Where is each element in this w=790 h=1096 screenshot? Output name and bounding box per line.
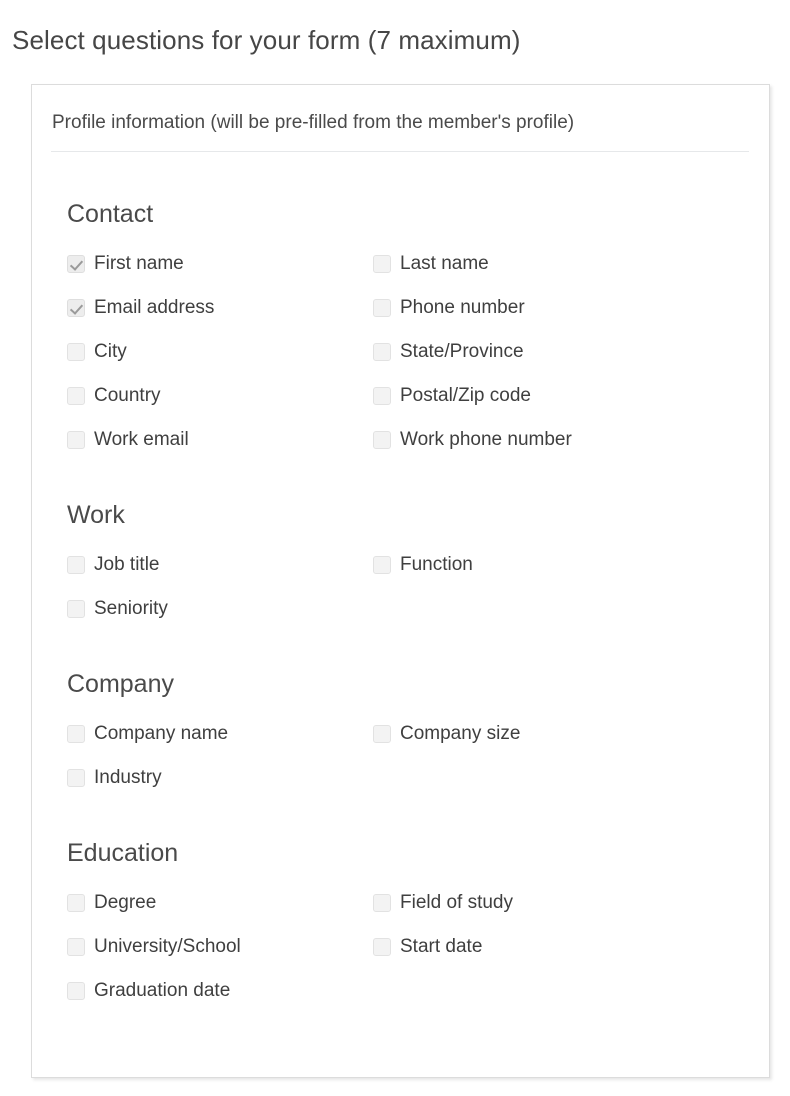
options-grid-education: Degree Field of study University/School Sta… (67, 890, 769, 1022)
option-label: Degree (94, 892, 156, 914)
section-spacer (67, 471, 769, 500)
option-row: Degree Field of study (67, 890, 769, 934)
card-header: Profile information (will be pre-filled … (32, 85, 769, 135)
option-country[interactable]: Country (67, 383, 373, 409)
checkbox-unchecked-icon[interactable] (67, 938, 85, 956)
profile-information-card: Profile information (will be pre-filled … (31, 84, 770, 1078)
options-grid-work: Job title Function Seniority (67, 552, 769, 640)
option-last-name[interactable]: Last name (373, 251, 693, 277)
option-work-email[interactable]: Work email (67, 427, 373, 453)
option-state-province[interactable]: State/Province (373, 339, 693, 365)
section-title-contact: Contact (67, 199, 769, 229)
option-label: Work phone number (400, 429, 572, 451)
checkbox-unchecked-icon[interactable] (373, 343, 391, 361)
option-job-title[interactable]: Job title (67, 552, 373, 578)
option-label: Start date (400, 936, 482, 958)
option-label: Phone number (400, 297, 525, 319)
checkbox-unchecked-icon[interactable] (67, 769, 85, 787)
checkbox-unchecked-icon[interactable] (67, 725, 85, 743)
option-row: Email address Phone number (67, 295, 769, 339)
option-phone-number[interactable]: Phone number (373, 295, 693, 321)
checkbox-unchecked-icon[interactable] (373, 387, 391, 405)
checkbox-unchecked-icon[interactable] (67, 982, 85, 1000)
checkbox-unchecked-icon[interactable] (373, 725, 391, 743)
card-header-label: Profile information (will be pre-filled … (52, 111, 769, 135)
section-spacer (67, 640, 769, 669)
option-work-phone-number[interactable]: Work phone number (373, 427, 693, 453)
option-row: Company name Company size (67, 721, 769, 765)
question-selector-page: Select questions for your form (7 maximu… (0, 0, 790, 1096)
option-label: Postal/Zip code (400, 385, 531, 407)
option-label: State/Province (400, 341, 524, 363)
option-industry[interactable]: Industry (67, 765, 373, 791)
option-label: University/School (94, 936, 241, 958)
option-seniority[interactable]: Seniority (67, 596, 373, 622)
option-row: Industry (67, 765, 769, 809)
option-company-size[interactable]: Company size (373, 721, 693, 747)
section-contact: Contact First name Last name Email address P… (67, 199, 769, 471)
option-label: City (94, 341, 127, 363)
option-first-name[interactable]: First name (67, 251, 373, 277)
option-label: Company name (94, 723, 228, 745)
section-spacer (67, 152, 769, 199)
section-work: Work Job title Function Seniority (67, 500, 769, 640)
option-row: University/School Start date (67, 934, 769, 978)
checkbox-unchecked-icon[interactable] (373, 255, 391, 273)
option-field-of-study[interactable]: Field of study (373, 890, 693, 916)
option-label: Last name (400, 253, 489, 275)
option-label: Graduation date (94, 980, 230, 1002)
option-start-date[interactable]: Start date (373, 934, 693, 960)
checkbox-unchecked-icon[interactable] (373, 938, 391, 956)
option-company-name[interactable]: Company name (67, 721, 373, 747)
option-row: Country Postal/Zip code (67, 383, 769, 427)
option-row: Job title Function (67, 552, 769, 596)
section-title-work: Work (67, 500, 769, 530)
option-label: Industry (94, 767, 162, 789)
option-row: Seniority (67, 596, 769, 640)
checkbox-unchecked-icon[interactable] (67, 431, 85, 449)
section-education: Education Degree Field of study University/… (67, 838, 769, 1022)
checkbox-checked-icon[interactable] (67, 299, 85, 317)
option-label: First name (94, 253, 184, 275)
options-grid-company: Company name Company size Industry (67, 721, 769, 809)
section-company: Company Company name Company size Industry (67, 669, 769, 809)
checkbox-unchecked-icon[interactable] (67, 600, 85, 618)
option-label: Company size (400, 723, 520, 745)
checkbox-unchecked-icon[interactable] (67, 894, 85, 912)
checkbox-unchecked-icon[interactable] (373, 894, 391, 912)
option-row: City State/Province (67, 339, 769, 383)
option-label: Work email (94, 429, 189, 451)
option-row: Work email Work phone number (67, 427, 769, 471)
checkbox-checked-icon[interactable] (67, 255, 85, 273)
option-row: First name Last name (67, 251, 769, 295)
option-label: Field of study (400, 892, 513, 914)
section-spacer (67, 809, 769, 838)
option-city[interactable]: City (67, 339, 373, 365)
page-title: Select questions for your form (7 maximu… (12, 23, 520, 57)
option-label: Job title (94, 554, 159, 576)
card-body: Contact First name Last name Email address P… (32, 152, 769, 1022)
section-title-education: Education (67, 838, 769, 868)
checkbox-unchecked-icon[interactable] (67, 556, 85, 574)
checkbox-unchecked-icon[interactable] (373, 431, 391, 449)
option-university-school[interactable]: University/School (67, 934, 373, 960)
option-label: Country (94, 385, 161, 407)
option-graduation-date[interactable]: Graduation date (67, 978, 373, 1004)
option-degree[interactable]: Degree (67, 890, 373, 916)
option-label: Email address (94, 297, 214, 319)
option-postal-zip-code[interactable]: Postal/Zip code (373, 383, 693, 409)
checkbox-unchecked-icon[interactable] (373, 299, 391, 317)
option-function[interactable]: Function (373, 552, 693, 578)
option-label: Function (400, 554, 473, 576)
option-row: Graduation date (67, 978, 769, 1022)
checkbox-unchecked-icon[interactable] (373, 556, 391, 574)
checkbox-unchecked-icon[interactable] (67, 387, 85, 405)
option-label: Seniority (94, 598, 168, 620)
options-grid-contact: First name Last name Email address Phone nu… (67, 251, 769, 471)
section-title-company: Company (67, 669, 769, 699)
option-email-address[interactable]: Email address (67, 295, 373, 321)
checkbox-unchecked-icon[interactable] (67, 343, 85, 361)
